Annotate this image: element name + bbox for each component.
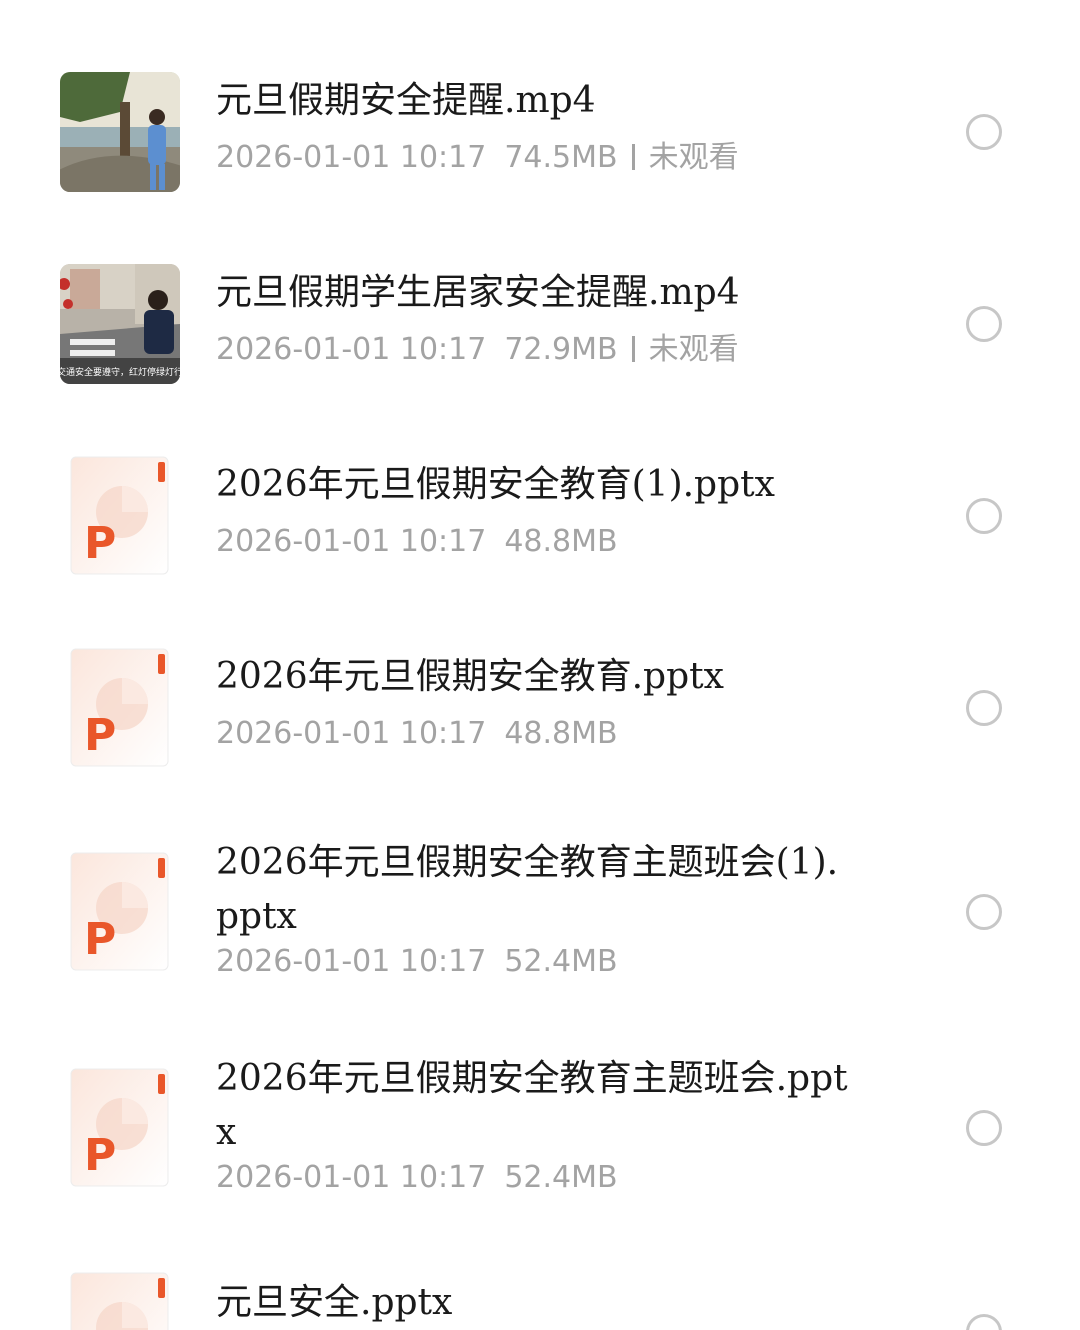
video-thumbnail: 交通安全要遵守，红灯停绿灯行 [60,264,180,384]
file-size: 48.8MB [504,524,618,559]
file-meta: 2026-01-01 10:17 48.8MB [216,522,866,562]
file-name: 元旦假期学生居家安全提醒.mp4 [216,272,740,313]
watch-status: 未观看 [648,332,739,367]
file-name: 2026年元旦假期安全教育主题班会(1).pptx [216,842,839,937]
select-radio[interactable] [966,114,1002,150]
file-size: 72.9MB [504,332,618,367]
ppt-file-icon: P [70,852,170,972]
file-meta: 2026-01-01 10:17 52.4MB [216,942,866,982]
select-radio[interactable] [966,1314,1002,1330]
file-size: 74.5MB [504,140,618,175]
file-item[interactable]: P 2026年元旦假期安全教育(1).pptx 2026-01-01 10:17… [0,432,1080,624]
file-list: 元旦假期安全提醒.mp4 2026-01-01 10:17 74.5MB 未观看 交… [0,0,1080,1330]
ppt-letter: P [84,1130,116,1181]
file-meta: 2026-01-01 10:17 48.8MB [216,714,866,754]
file-item[interactable]: P 2026年元旦假期安全教育主题班会(1).pptx 2026-01-01 1… [0,816,1080,1032]
video-thumbnail [60,72,180,192]
file-name: 元旦安全.pptx [216,1282,453,1323]
file-name: 2026年元旦假期安全教育(1).pptx [216,464,775,505]
file-item[interactable]: P 2026年元旦假期安全教育.pptx 2026-01-01 10:17 48.… [0,624,1080,816]
file-date: 2026-01-01 10:17 [216,716,487,751]
ppt-file-icon: P [70,1272,170,1330]
file-name: 2026年元旦假期安全教育主题班会.pptx [216,1058,848,1153]
file-date: 2026-01-01 10:17 [216,140,487,175]
meta-separator [631,144,635,170]
ppt-file-icon: P [70,456,170,576]
file-size: 48.8MB [504,716,618,751]
select-radio[interactable] [966,894,1002,930]
select-radio[interactable] [966,1110,1002,1146]
file-size: 52.4MB [504,944,618,979]
file-item[interactable]: 元旦假期安全提醒.mp4 2026-01-01 10:17 74.5MB 未观看 [0,0,1080,240]
file-size: 52.4MB [504,1160,618,1195]
file-item[interactable]: P 元旦安全.pptx [0,1248,1080,1330]
file-meta: 2026-01-01 10:17 72.9MB 未观看 [216,330,866,370]
thumbnail-caption: 交通安全要遵守，红灯停绿灯行 [60,366,180,378]
ppt-letter: P [84,518,116,569]
ppt-file-icon: P [70,1068,170,1188]
file-meta: 2026-01-01 10:17 52.4MB [216,1158,866,1198]
file-date: 2026-01-01 10:17 [216,944,487,979]
file-meta: 2026-01-01 10:17 74.5MB 未观看 [216,138,866,178]
ppt-letter: P [84,914,116,965]
watch-status: 未观看 [648,140,739,175]
ppt-letter: P [84,710,116,761]
select-radio[interactable] [966,306,1002,342]
file-name: 2026年元旦假期安全教育.pptx [216,656,724,697]
ppt-file-icon: P [70,648,170,768]
file-item[interactable]: P 2026年元旦假期安全教育主题班会.pptx 2026-01-01 10:1… [0,1032,1080,1248]
file-item[interactable]: 交通安全要遵守，红灯停绿灯行 元旦假期学生居家安全提醒.mp4 2026-01-… [0,240,1080,432]
file-date: 2026-01-01 10:17 [216,524,487,559]
file-date: 2026-01-01 10:17 [216,1160,487,1195]
file-date: 2026-01-01 10:17 [216,332,487,367]
select-radio[interactable] [966,690,1002,726]
file-name: 元旦假期安全提醒.mp4 [216,80,596,121]
meta-separator [631,336,635,362]
select-radio[interactable] [966,498,1002,534]
